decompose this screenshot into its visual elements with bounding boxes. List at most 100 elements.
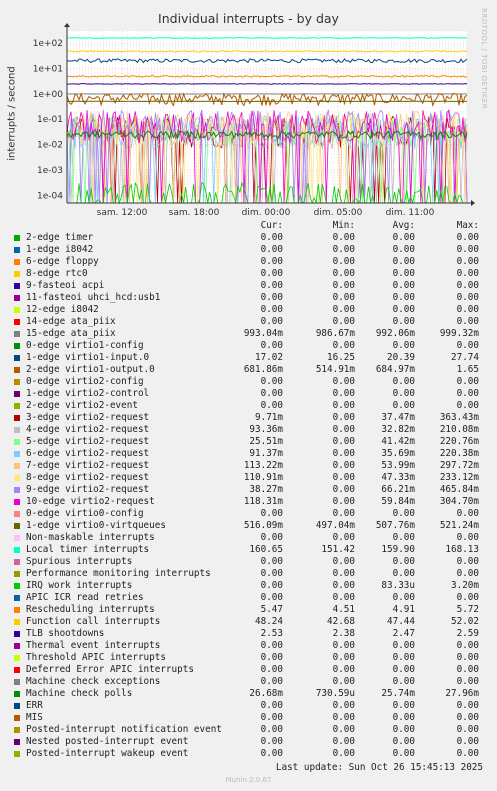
legend-avg: 59.84m xyxy=(381,496,415,507)
legend-series-name: Threshold APIC interrupts xyxy=(26,652,166,663)
legend-swatch xyxy=(14,463,20,469)
legend-cur: 0.00 xyxy=(260,376,283,387)
column-cur: Cur: xyxy=(260,220,283,231)
legend-row: 6-edge floppy 0.00 0.00 0.00 0.00 xyxy=(0,256,497,268)
legend-cur: 160.65 xyxy=(249,544,283,555)
legend-max: 0.00 xyxy=(456,736,479,747)
legend-max: 0.00 xyxy=(456,256,479,267)
legend-series-name: 8-edge virtio2-request xyxy=(26,472,150,483)
legend-swatch xyxy=(14,271,20,277)
legend-max: 0.00 xyxy=(456,532,479,543)
legend-cur: 0.00 xyxy=(260,568,283,579)
legend-row: 3-edge virtio2-request 9.71m 0.00 37.47m 363… xyxy=(0,412,497,424)
legend-series-name: IRQ work interrupts xyxy=(26,580,133,591)
legend-min: 0.00 xyxy=(332,256,355,267)
legend-max: 0.00 xyxy=(456,292,479,303)
legend-max: 304.70m xyxy=(439,496,479,507)
legend-series-name: 9-edge virtio2-request xyxy=(26,484,150,495)
legend-series-name: Posted-interrupt wakeup event xyxy=(26,748,189,759)
legend-avg: 159.90 xyxy=(381,544,415,555)
x-tick-label: dim. 05:00 xyxy=(314,208,363,215)
legend-row: Thermal event interrupts 0.00 0.00 0.00 0.00 xyxy=(0,640,497,652)
legend-swatch xyxy=(14,451,20,457)
legend-series-name: Posted-interrupt notification event xyxy=(26,724,222,735)
legend-swatch xyxy=(14,631,20,637)
x-tick-label: sam. 18:00 xyxy=(169,208,220,215)
legend-row: 1-edge virtio1-input.0 17.02 16.25 20.39 27.… xyxy=(0,352,497,364)
legend-avg: 32.82m xyxy=(381,424,415,435)
legend-cur: 0.00 xyxy=(260,748,283,759)
legend-swatch xyxy=(14,283,20,289)
legend-row: TLB shootdowns 2.53 2.38 2.47 2.59 xyxy=(0,628,497,640)
legend-cur: 0.00 xyxy=(260,304,283,315)
legend-swatch xyxy=(14,331,20,337)
legend-min: 0.00 xyxy=(332,496,355,507)
legend-avg: 0.00 xyxy=(392,304,415,315)
legend-series-name: 1-edge virtio1-input.0 xyxy=(26,352,150,363)
legend-avg: 684.97m xyxy=(375,364,415,375)
legend-avg: 0.00 xyxy=(392,736,415,747)
legend-row: 7-edge virtio2-request 113.22m 0.00 53.99m 2… xyxy=(0,460,497,472)
legend-max: 27.74 xyxy=(451,352,479,363)
legend-min: 0.00 xyxy=(332,424,355,435)
legend-cur: 0.00 xyxy=(260,388,283,399)
last-update: Last update: Sun Oct 26 15:45:13 2025 xyxy=(275,762,483,773)
legend-avg: 0.00 xyxy=(392,268,415,279)
legend-avg: 41.42m xyxy=(381,436,415,447)
legend-row: 2-edge virtio1-output.0 681.86m 514.91m 684… xyxy=(0,364,497,376)
legend-min: 0.00 xyxy=(332,664,355,675)
legend-row: 14-edge ata_piix 0.00 0.00 0.00 0.00 xyxy=(0,316,497,328)
legend-avg: 0.00 xyxy=(392,316,415,327)
legend-swatch xyxy=(14,475,20,481)
legend-min: 0.00 xyxy=(332,448,355,459)
legend-min: 0.00 xyxy=(332,388,355,399)
legend-series-name: TLB shootdowns xyxy=(26,628,105,639)
legend-swatch xyxy=(14,751,20,757)
legend-series-name: 2-edge virtio1-output.0 xyxy=(26,364,155,375)
legend-avg: 2.47 xyxy=(392,628,415,639)
munin-version: Munin 2.0.67 xyxy=(225,776,272,784)
legend-cur: 93.36m xyxy=(249,424,283,435)
legend-min: 0.00 xyxy=(332,280,355,291)
legend-cur: 0.00 xyxy=(260,256,283,267)
legend-max: 465.84m xyxy=(439,484,479,495)
legend-avg: 66.21m xyxy=(381,484,415,495)
legend-cur: 0.00 xyxy=(260,724,283,735)
legend-row: 4-edge virtio2-request 93.36m 0.00 32.82m 21… xyxy=(0,424,497,436)
legend-cur: 26.68m xyxy=(249,688,283,699)
y-tick-label: 1e-04 xyxy=(37,191,63,201)
legend-avg: 0.00 xyxy=(392,280,415,291)
legend-series-name: 0-edge virtio2-config xyxy=(26,376,144,387)
legend-min: 0.00 xyxy=(332,232,355,243)
legend-min: 0.00 xyxy=(332,268,355,279)
legend-row: Machine check polls 26.68m 730.59u 25.74m 27… xyxy=(0,688,497,700)
legend-swatch xyxy=(14,559,20,565)
legend-row: 11-fasteoi uhci_hcd:usb1 0.00 0.00 0.00 0.00 xyxy=(0,292,497,304)
legend-series-name: Spurious interrupts xyxy=(26,556,133,567)
legend-cur: 2.53 xyxy=(260,628,283,639)
legend-cur: 0.00 xyxy=(260,580,283,591)
y-axis-arrow xyxy=(64,23,70,27)
legend-swatch xyxy=(14,415,20,421)
legend-series-name: APIC ICR read retries xyxy=(26,592,144,603)
legend-cur: 0.00 xyxy=(260,508,283,519)
legend-avg: 0.00 xyxy=(392,400,415,411)
legend-series-name: Performance monitoring interrupts xyxy=(26,568,211,579)
legend-row: 9-fasteoi acpi 0.00 0.00 0.00 0.00 xyxy=(0,280,497,292)
legend-cur: 91.37m xyxy=(249,448,283,459)
legend-cur: 48.24 xyxy=(255,616,283,627)
column-min: Min: xyxy=(332,220,355,231)
legend-swatch xyxy=(14,595,20,601)
legend-swatch xyxy=(14,427,20,433)
y-tick-label: 1e-02 xyxy=(37,141,63,151)
legend-row: 0-edge virtio1-config 0.00 0.00 0.00 0.00 xyxy=(0,340,497,352)
legend-min: 0.00 xyxy=(332,316,355,327)
legend-swatch xyxy=(14,607,20,613)
legend-cur: 113.22m xyxy=(243,460,283,471)
legend-swatch xyxy=(14,319,20,325)
legend-series-name: Nested posted-interrupt event xyxy=(26,736,189,747)
legend-series-name: 1-edge virtio0-virtqueues xyxy=(26,520,166,531)
legend-avg: 0.00 xyxy=(392,292,415,303)
legend-avg: 35.69m xyxy=(381,448,415,459)
legend-series-name: 6-edge floppy xyxy=(26,256,99,267)
